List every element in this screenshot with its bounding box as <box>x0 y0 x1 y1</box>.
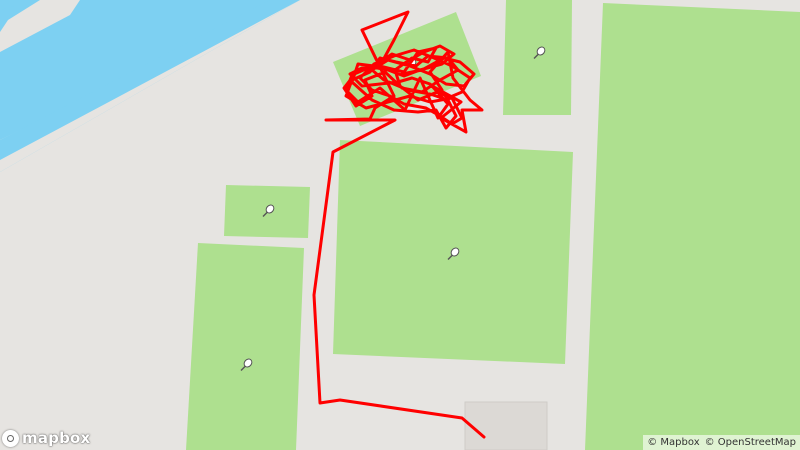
building <box>464 401 548 450</box>
map-attribution: © Mapbox © OpenStreetMap <box>643 435 800 450</box>
attribution-mapbox-link[interactable]: © Mapbox <box>647 437 699 448</box>
attribution-osm-link[interactable]: © OpenStreetMap <box>705 437 796 448</box>
mapbox-logo[interactable]: mapbox <box>2 429 90 447</box>
pitch-top-right <box>503 0 572 115</box>
pitch-far-right <box>585 3 800 450</box>
map-canvas[interactable] <box>0 0 800 450</box>
pitch-bottom-left <box>186 243 304 450</box>
mapbox-logo-text: mapbox <box>22 429 91 447</box>
mapbox-logo-icon <box>2 429 19 447</box>
